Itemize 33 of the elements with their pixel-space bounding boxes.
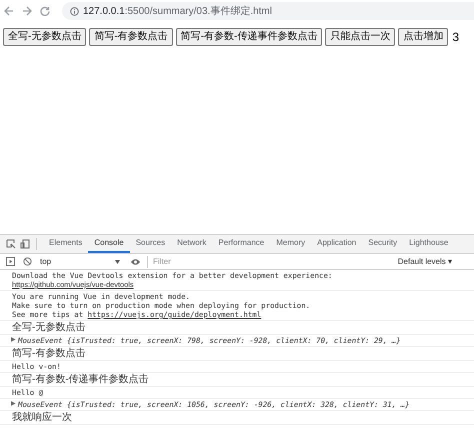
- levels-dropdown[interactable]: Default levels ▾: [398, 256, 452, 268]
- console-message: 我就响应一次: [12, 412, 73, 423]
- page-button[interactable]: 点击增加: [398, 28, 448, 46]
- url-text: 127.0.0.1:5500/summary/03.事件绑定.html: [83, 4, 272, 18]
- page-button[interactable]: 全写-无参数点击: [3, 28, 86, 46]
- sidebar-icon[interactable]: [6, 257, 15, 266]
- address-bar[interactable]: 127.0.0.1:5500/summary/03.事件绑定.html: [62, 2, 474, 20]
- back-icon[interactable]: [4, 6, 14, 16]
- caret-icon: [115, 260, 120, 264]
- inspect-icon[interactable]: [6, 239, 16, 249]
- reload-icon[interactable]: [40, 6, 50, 16]
- page-button[interactable]: 只能点击一次: [325, 28, 396, 46]
- page-button[interactable]: 简写-有参数-传递事件参数点击: [176, 28, 322, 46]
- devtools-tab[interactable]: Memory: [270, 235, 312, 253]
- device-icon[interactable]: [20, 239, 30, 249]
- forward-icon[interactable]: [22, 6, 32, 16]
- info-icon: [70, 6, 79, 16]
- page-button[interactable]: 简写-有参数点击: [89, 28, 173, 46]
- console-message: 简写-有参数-传递事件参数点击: [12, 374, 150, 385]
- devtools-tab[interactable]: Network: [171, 235, 212, 253]
- devtools-tab[interactable]: Security: [362, 235, 404, 253]
- console-message: 简写-有参数点击: [12, 348, 86, 359]
- devtools-tab[interactable]: Lighthouse: [403, 235, 454, 253]
- devtools-tab[interactable]: Sources: [130, 235, 172, 253]
- counter-text: 3: [452, 29, 460, 46]
- eye-icon[interactable]: [130, 258, 141, 266]
- devtools-tab[interactable]: Application: [311, 235, 362, 253]
- context-select[interactable]: top: [40, 256, 124, 268]
- clear-icon[interactable]: [23, 257, 32, 266]
- devtools-tab[interactable]: Performance: [212, 235, 270, 253]
- devtools-tab[interactable]: Elements: [43, 235, 88, 253]
- console-message: 全写-无参数点击: [12, 322, 86, 333]
- filter-field[interactable]: Filter: [153, 256, 398, 268]
